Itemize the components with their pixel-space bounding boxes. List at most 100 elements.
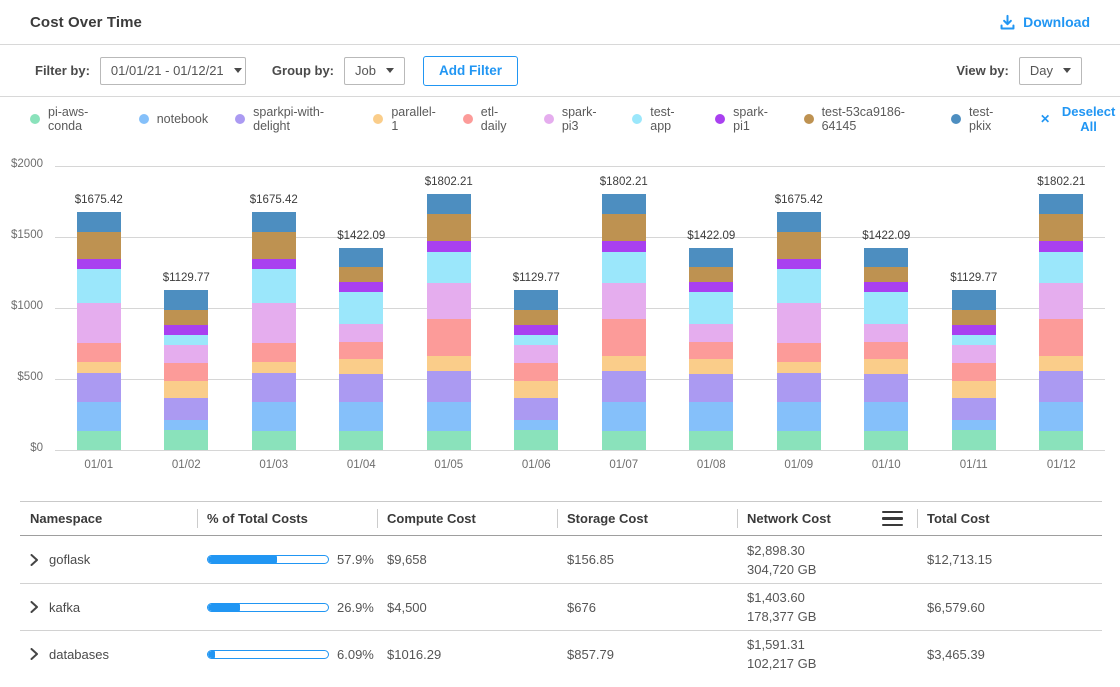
bar-segment-spark-pi3[interactable]: [777, 303, 821, 343]
bar-segment-sparkpi-with-delight[interactable]: [689, 374, 733, 402]
bar-segment-etl-daily[interactable]: [514, 363, 558, 382]
bar-segment-test-app[interactable]: [77, 269, 121, 303]
bar-segment-sparkpi-with-delight[interactable]: [602, 371, 646, 403]
legend-item-test-app[interactable]: test-app: [632, 105, 688, 133]
expand-row-chevron-icon[interactable]: [30, 601, 39, 613]
bar-segment-spark-pi1[interactable]: [339, 282, 383, 292]
bar-segment-sparkpi-with-delight[interactable]: [1039, 371, 1083, 403]
bar-segment-test-53ca9186-64145[interactable]: [864, 267, 908, 282]
bar-segment-parallel-1[interactable]: [427, 356, 471, 370]
bar-segment-etl-daily[interactable]: [952, 363, 996, 382]
legend-item-parallel-1[interactable]: parallel-1: [373, 105, 435, 133]
bar-segment-sparkpi-with-delight[interactable]: [252, 373, 296, 402]
bar-segment-test-pkix[interactable]: [952, 290, 996, 311]
bar-segment-parallel-1[interactable]: [952, 381, 996, 397]
bar-segment-sparkpi-with-delight[interactable]: [427, 371, 471, 403]
bar-segment-parallel-1[interactable]: [77, 362, 121, 373]
bar-segment-etl-daily[interactable]: [427, 319, 471, 356]
bar-segment-spark-pi1[interactable]: [864, 282, 908, 292]
bar-segment-test-53ca9186-64145[interactable]: [689, 267, 733, 282]
bar-segment-test-53ca9186-64145[interactable]: [602, 214, 646, 241]
bar-segment-spark-pi1[interactable]: [689, 282, 733, 292]
bar-segment-notebook[interactable]: [339, 402, 383, 430]
bar-segment-pi-aws-conda[interactable]: [252, 431, 296, 450]
bar-segment-test-pkix[interactable]: [602, 194, 646, 214]
bar-segment-sparkpi-with-delight[interactable]: [514, 398, 558, 421]
bar-segment-spark-pi1[interactable]: [1039, 241, 1083, 252]
bar-segment-test-app[interactable]: [777, 269, 821, 303]
bar-segment-pi-aws-conda[interactable]: [427, 431, 471, 450]
legend-item-test-pkix[interactable]: test-pkix: [951, 105, 1008, 133]
bar-segment-pi-aws-conda[interactable]: [339, 431, 383, 450]
bar-segment-test-app[interactable]: [689, 292, 733, 323]
bar-segment-test-pkix[interactable]: [864, 248, 908, 267]
bar-segment-pi-aws-conda[interactable]: [164, 430, 208, 450]
bar-segment-spark-pi1[interactable]: [77, 259, 121, 269]
bar-segment-spark-pi1[interactable]: [952, 325, 996, 335]
stacked-bar-01/01[interactable]: $1675.42: [55, 166, 143, 450]
bar-segment-sparkpi-with-delight[interactable]: [164, 398, 208, 421]
bar-segment-test-pkix[interactable]: [777, 212, 821, 232]
bar-segment-notebook[interactable]: [164, 420, 208, 430]
bar-segment-spark-pi3[interactable]: [164, 345, 208, 363]
bar-segment-etl-daily[interactable]: [252, 343, 296, 362]
bar-segment-test-53ca9186-64145[interactable]: [427, 214, 471, 241]
bar-segment-test-pkix[interactable]: [339, 248, 383, 267]
column-settings-icon[interactable]: [880, 509, 905, 529]
bar-segment-test-app[interactable]: [952, 335, 996, 345]
bar-segment-sparkpi-with-delight[interactable]: [339, 374, 383, 402]
bar-segment-parallel-1[interactable]: [689, 359, 733, 374]
bar-segment-pi-aws-conda[interactable]: [689, 431, 733, 450]
legend-item-etl-daily[interactable]: etl-daily: [463, 105, 517, 133]
stacked-bar-01/02[interactable]: $1129.77: [143, 166, 231, 450]
stacked-bar-01/06[interactable]: $1129.77: [493, 166, 581, 450]
bar-segment-etl-daily[interactable]: [864, 342, 908, 359]
bar-segment-test-app[interactable]: [514, 335, 558, 345]
bar-segment-test-pkix[interactable]: [77, 212, 121, 232]
bar-segment-spark-pi3[interactable]: [339, 324, 383, 343]
download-button[interactable]: Download: [999, 14, 1090, 31]
bar-segment-parallel-1[interactable]: [339, 359, 383, 374]
bar-segment-test-pkix[interactable]: [689, 248, 733, 267]
bar-segment-parallel-1[interactable]: [602, 356, 646, 370]
bar-segment-test-pkix[interactable]: [1039, 194, 1083, 214]
bar-segment-sparkpi-with-delight[interactable]: [864, 374, 908, 402]
view-by-select[interactable]: Day: [1019, 57, 1082, 85]
bar-segment-parallel-1[interactable]: [777, 362, 821, 373]
column-header-percent-of-total-costs[interactable]: % of Total Costs: [197, 502, 377, 535]
bar-segment-notebook[interactable]: [602, 402, 646, 430]
bar-segment-spark-pi1[interactable]: [514, 325, 558, 335]
bar-segment-spark-pi1[interactable]: [602, 241, 646, 252]
bar-segment-etl-daily[interactable]: [602, 319, 646, 356]
bar-segment-etl-daily[interactable]: [689, 342, 733, 359]
add-filter-button[interactable]: Add Filter: [423, 56, 518, 86]
bar-segment-test-53ca9186-64145[interactable]: [952, 310, 996, 325]
bar-segment-test-app[interactable]: [164, 335, 208, 345]
bar-segment-test-53ca9186-64145[interactable]: [164, 310, 208, 325]
deselect-all-button[interactable]: ✕ Deselect All: [1040, 104, 1120, 134]
legend-item-test-53ca9186-64145[interactable]: test-53ca9186-64145: [804, 105, 924, 133]
bar-segment-spark-pi3[interactable]: [427, 283, 471, 320]
bar-segment-test-53ca9186-64145[interactable]: [1039, 214, 1083, 241]
stacked-bar-01/10[interactable]: $1422.09: [843, 166, 931, 450]
bar-segment-etl-daily[interactable]: [77, 343, 121, 362]
bar-segment-pi-aws-conda[interactable]: [864, 431, 908, 450]
stacked-bar-01/05[interactable]: $1802.21: [405, 166, 493, 450]
bar-segment-notebook[interactable]: [777, 402, 821, 431]
bar-segment-spark-pi3[interactable]: [952, 345, 996, 363]
bar-segment-test-pkix[interactable]: [514, 290, 558, 311]
bar-segment-notebook[interactable]: [77, 402, 121, 431]
date-range-select[interactable]: 01/01/21 - 01/12/21: [100, 57, 246, 85]
bar-segment-notebook[interactable]: [514, 420, 558, 430]
bar-segment-pi-aws-conda[interactable]: [514, 430, 558, 450]
group-by-select[interactable]: Job: [344, 57, 405, 85]
stacked-bar-01/04[interactable]: $1422.09: [318, 166, 406, 450]
bar-segment-notebook[interactable]: [864, 402, 908, 430]
column-header-storage-cost[interactable]: Storage Cost: [557, 502, 737, 535]
bar-segment-test-pkix[interactable]: [252, 212, 296, 232]
column-header-total-cost[interactable]: Total Cost: [917, 502, 1102, 535]
column-header-network-cost[interactable]: Network Cost: [737, 502, 917, 535]
bar-segment-test-app[interactable]: [864, 292, 908, 323]
bar-segment-spark-pi1[interactable]: [427, 241, 471, 252]
bar-segment-notebook[interactable]: [689, 402, 733, 430]
